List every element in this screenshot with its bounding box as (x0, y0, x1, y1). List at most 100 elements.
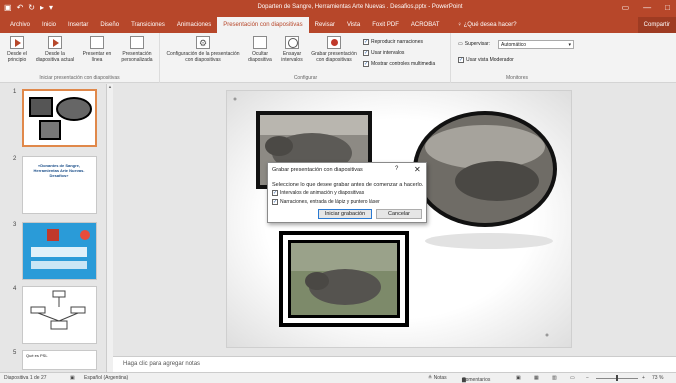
slide-thumbnail-4[interactable] (22, 286, 97, 344)
tab-foxit[interactable]: Foxit PDF (366, 17, 405, 33)
slide-thumbnail-1[interactable] (22, 89, 97, 147)
dialog-title: Grabar presentación con diapositivas (272, 167, 363, 173)
start-from-beginning-icon[interactable]: ▸ (40, 3, 44, 12)
slide-thumbnail-3[interactable] (22, 222, 97, 280)
ribbon: Desde el principio Desde la diapositiva … (0, 33, 676, 83)
thumb-3-image (31, 229, 90, 269)
help-icon[interactable]: ? (395, 166, 398, 172)
maximize-icon[interactable]: □ (665, 3, 670, 12)
checkmark-icon: ✓ (458, 57, 464, 63)
slide-number: 3 (13, 222, 17, 228)
tab-animaciones[interactable]: Animaciones (171, 17, 217, 33)
checkmark-icon: ✓ (272, 190, 278, 196)
slide-number: 1 (13, 89, 17, 95)
chevron-down-icon: ▾ (568, 42, 571, 48)
custom-slideshow-icon (130, 36, 144, 49)
start-recording-button[interactable]: Iniciar grabación (318, 209, 372, 219)
presenter-view-checkbox[interactable]: ✓ Usar vista Moderador (458, 57, 514, 63)
quick-access-toolbar: ▣ ↶ ↻ ▸ ▾ (4, 3, 53, 12)
hide-slide-icon (253, 36, 267, 49)
monitor-icon: ▭ (458, 41, 463, 47)
hide-slide-button[interactable]: Ocultar diapositiva (245, 36, 275, 63)
thumb-2-title: «Donantes de Sangre, Herramientas Arte N… (33, 163, 85, 178)
group-label: Iniciar presentación con diapositivas (39, 75, 120, 81)
slide-number: 4 (13, 286, 17, 292)
slide-thumbnail-2[interactable]: «Donantes de Sangre, Herramientas Arte N… (22, 156, 97, 214)
setup-gear-icon (196, 36, 210, 49)
tab-transiciones[interactable]: Transiciones (125, 17, 171, 33)
reading-view-icon[interactable]: ▥ (552, 375, 557, 381)
notes-placeholder: Haga clic para agregar notas (123, 361, 201, 367)
narrations-checkbox[interactable]: ✓ Narraciones, entrada de lápiz y punter… (272, 199, 380, 205)
from-beginning-button[interactable]: Desde el principio (2, 36, 32, 63)
title-bar: ▣ ↶ ↻ ▸ ▾ Doparten de Sangre, Herramient… (0, 0, 676, 17)
thumbnail-scrollbar[interactable]: ▲ (106, 84, 113, 372)
notes-toggle-button[interactable]: ≜ Notas (428, 375, 447, 381)
record-slideshow-dialog: Grabar presentación con diapositivas ? ✕… (267, 162, 427, 223)
redo-icon[interactable]: ↻ (28, 3, 35, 12)
rehearse-timings-button[interactable]: Ensayar intervalos (277, 36, 307, 63)
tab-presentacion[interactable]: Presentación con diapositivas (217, 17, 309, 33)
window-controls: ▭ — □ (622, 3, 670, 12)
notes-pane[interactable]: Haga clic para agregar notas (113, 356, 676, 372)
group-monitors: ▭ Supervisar: Automático ▾ ✓ Usar vista … (452, 33, 582, 83)
ribbon-display-options-icon[interactable]: ▭ (622, 3, 630, 12)
clock-icon (285, 36, 299, 49)
undo-icon[interactable]: ↶ (17, 3, 24, 12)
tab-archivo[interactable]: Archivo (4, 17, 36, 33)
cancel-button[interactable]: Cancelar (376, 209, 422, 219)
zoom-level[interactable]: 73 % (652, 375, 663, 381)
minimize-icon[interactable]: — (643, 3, 651, 12)
zoom-slider-thumb[interactable] (616, 375, 618, 381)
tab-revisar[interactable]: Revisar (309, 17, 341, 33)
record-icon (327, 36, 341, 49)
play-narrations-checkbox[interactable]: ✓ Reproducir narraciones (363, 39, 423, 45)
checkmark-icon: ✓ (272, 199, 278, 205)
slide-number: 5 (13, 350, 17, 356)
language-indicator[interactable]: Español (Argentina) (84, 375, 128, 381)
share-button[interactable]: Compartir (637, 17, 676, 33)
timings-checkbox[interactable]: ✓ Intervalos de animación y diapositivas (272, 190, 364, 196)
thumb-4-diagram (30, 290, 86, 330)
thumb-1-image (29, 97, 92, 140)
customize-qat-icon[interactable]: ▾ (49, 3, 53, 12)
slide-thumbnail-5[interactable]: Qué es PSL (22, 350, 97, 370)
zoom-in-icon[interactable]: + (642, 375, 645, 381)
slide-thumbnail-panel: 1 2 «Donantes de Sangre, Herramientas Ar… (0, 84, 112, 372)
checkmark-icon: ✓ (363, 61, 369, 67)
status-bar: Diapositiva 1 de 27 ▣ Español (Argentina… (0, 372, 676, 383)
save-icon[interactable]: ▣ (4, 3, 12, 12)
custom-slideshow-button[interactable]: Presentación personalizada (116, 36, 158, 63)
tab-insertar[interactable]: Insertar (62, 17, 94, 33)
play-icon (10, 36, 24, 49)
group-setup: Configuración de la presentación con dia… (161, 33, 451, 83)
play-current-icon (48, 36, 62, 49)
checkmark-icon: ✓ (363, 39, 369, 45)
use-timings-checkbox[interactable]: ✓ Usar intervalos (363, 50, 404, 56)
thumb-5-title: Qué es PSL (26, 353, 48, 358)
document-title: Doparten de Sangre, Herramientas Arte Nu… (257, 4, 463, 10)
group-start-slideshow: Desde el principio Desde la diapositiva … (0, 33, 160, 83)
show-media-controls-checkbox[interactable]: ✓ Mostrar controles multimedia (363, 61, 435, 67)
normal-view-icon[interactable]: ▣ (516, 375, 521, 381)
ribbon-tabs: Archivo Inicio Insertar Diseño Transicio… (0, 17, 676, 33)
tab-diseno[interactable]: Diseño (94, 17, 125, 33)
checkmark-icon: ✓ (363, 50, 369, 56)
monitor-select[interactable]: Automático ▾ (498, 40, 574, 49)
tell-me-search[interactable]: ♀ ¿Qué desea hacer? (445, 22, 516, 28)
dialog-prompt: Seleccione lo que desee grabar antes de … (272, 182, 424, 188)
tab-acrobat[interactable]: ACROBAT (405, 17, 446, 33)
present-online-icon (90, 36, 104, 49)
slide-sorter-icon[interactable]: ▦ (534, 375, 539, 381)
slideshow-view-icon[interactable]: ▭ (570, 375, 575, 381)
slide-counter: Diapositiva 1 de 27 (4, 375, 47, 381)
from-current-slide-button[interactable]: Desde la diapositiva actual (34, 36, 76, 63)
tab-inicio[interactable]: Inicio (36, 17, 62, 33)
close-icon[interactable]: ✕ (414, 165, 421, 174)
setup-slideshow-button[interactable]: Configuración de la presentación con dia… (163, 36, 243, 63)
spellcheck-icon[interactable]: ▣ (70, 375, 75, 381)
tab-vista[interactable]: Vista (341, 17, 366, 33)
zoom-out-icon[interactable]: − (586, 375, 589, 381)
record-slideshow-button[interactable]: Grabar presentación con diapositivas (309, 36, 359, 63)
present-online-button[interactable]: Presentar en línea (80, 36, 114, 63)
